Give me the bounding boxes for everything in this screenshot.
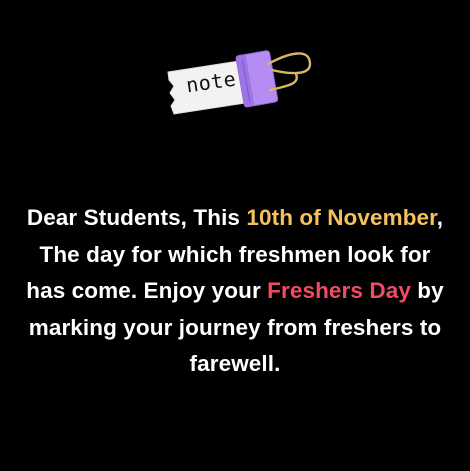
note-sticker: note: [160, 30, 320, 120]
date-highlight: 10th of November: [246, 205, 437, 230]
event-highlight: Freshers Day: [267, 278, 411, 303]
message-text: Dear Students, This 10th of November, Th…: [20, 200, 450, 383]
message-segment-greeting: Dear Students, This: [26, 205, 247, 230]
story-canvas: note Dear Students, This 10th of Novembe…: [0, 0, 470, 471]
